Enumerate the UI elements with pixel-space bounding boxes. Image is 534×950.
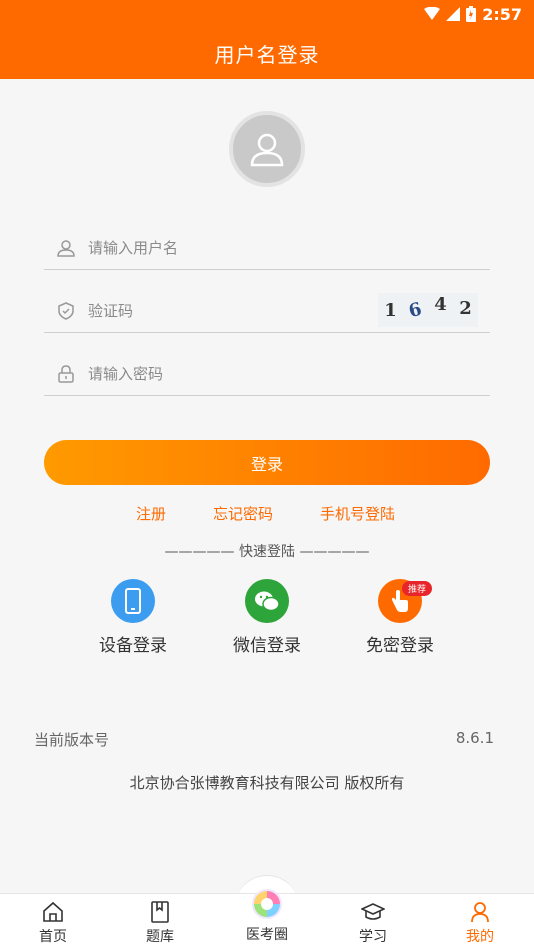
home-icon <box>13 900 93 924</box>
device-login-button[interactable]: 设备登录 <box>78 579 188 656</box>
captcha-char: 2 <box>459 297 472 319</box>
shield-icon <box>56 301 76 321</box>
version-label: 当前版本号 <box>34 731 110 749</box>
tab-study-label: 学习 <box>359 929 387 945</box>
wifi-icon <box>424 7 441 20</box>
circle-logo-icon <box>227 886 307 922</box>
captcha-image[interactable]: 1 6 4 2 <box>378 293 478 327</box>
recommend-badge: 推荐 <box>402 581 433 596</box>
device-login-label: 设备登录 <box>99 636 167 656</box>
captcha-char: 4 <box>434 293 447 315</box>
auth-links: 注册 忘记密码 手机号登陆 <box>0 503 534 525</box>
captcha-char: 1 <box>384 299 397 321</box>
passwordless-login-label: 免密登录 <box>366 636 434 656</box>
passwordless-login-button[interactable]: 推荐 免密登录 <box>345 579 455 656</box>
phone-device-icon <box>111 579 155 623</box>
status-icons: 2:57 <box>424 4 522 24</box>
tab-question-bank-label: 题库 <box>146 929 174 945</box>
username-field <box>44 226 490 270</box>
tap-finger-icon: 推荐 <box>378 579 433 623</box>
copyright-text: 北京协合张博教育科技有限公司 版权所有 <box>129 774 405 792</box>
username-input[interactable] <box>88 238 490 257</box>
lock-icon <box>56 364 76 384</box>
graduation-cap-icon <box>333 900 413 924</box>
tab-mine-label: 我的 <box>466 929 494 945</box>
password-field <box>44 352 490 396</box>
page-title: 用户名登录 <box>214 43 320 67</box>
tab-study[interactable]: 学习 <box>333 900 413 946</box>
version-value: 8.6.1 <box>455 729 494 747</box>
user-avatar-icon <box>250 133 284 167</box>
captcha-field: 1 6 4 2 <box>44 289 490 333</box>
phone-login-link[interactable]: 手机号登陆 <box>320 503 395 524</box>
tab-home-label: 首页 <box>39 929 67 945</box>
tab-exam-circle-label: 医考圈 <box>246 927 288 943</box>
battery-icon <box>466 6 477 22</box>
tab-mine[interactable]: 我的 <box>440 900 520 946</box>
tab-exam-circle[interactable]: 医考圈 <box>227 889 307 944</box>
wechat-login-label: 微信登录 <box>233 636 301 656</box>
version-row: 当前版本号 8.6.1 <box>34 729 494 750</box>
status-time: 2:57 <box>482 4 522 24</box>
user-icon <box>56 238 76 258</box>
book-icon <box>120 900 200 924</box>
wechat-icon <box>245 579 289 623</box>
login-button[interactable]: 登录 <box>44 440 490 485</box>
quick-login-divider: ————— 快速登陆 ————— <box>164 544 370 560</box>
person-icon <box>440 900 520 924</box>
status-bar: 2:57 <box>0 0 534 28</box>
title-bar: 用户名登录 <box>0 28 534 79</box>
captcha-char: 6 <box>406 298 425 322</box>
forgot-password-link[interactable]: 忘记密码 <box>213 503 273 524</box>
avatar[interactable] <box>229 111 305 187</box>
password-input[interactable] <box>88 364 490 383</box>
register-link[interactable]: 注册 <box>136 503 166 524</box>
bottom-tab-bar: 首页 题库 医考圈 学习 我的 <box>0 889 534 950</box>
tab-home[interactable]: 首页 <box>13 900 93 946</box>
tab-question-bank[interactable]: 题库 <box>120 900 200 946</box>
signal-icon <box>446 7 461 21</box>
wechat-login-button[interactable]: 微信登录 <box>212 579 322 656</box>
